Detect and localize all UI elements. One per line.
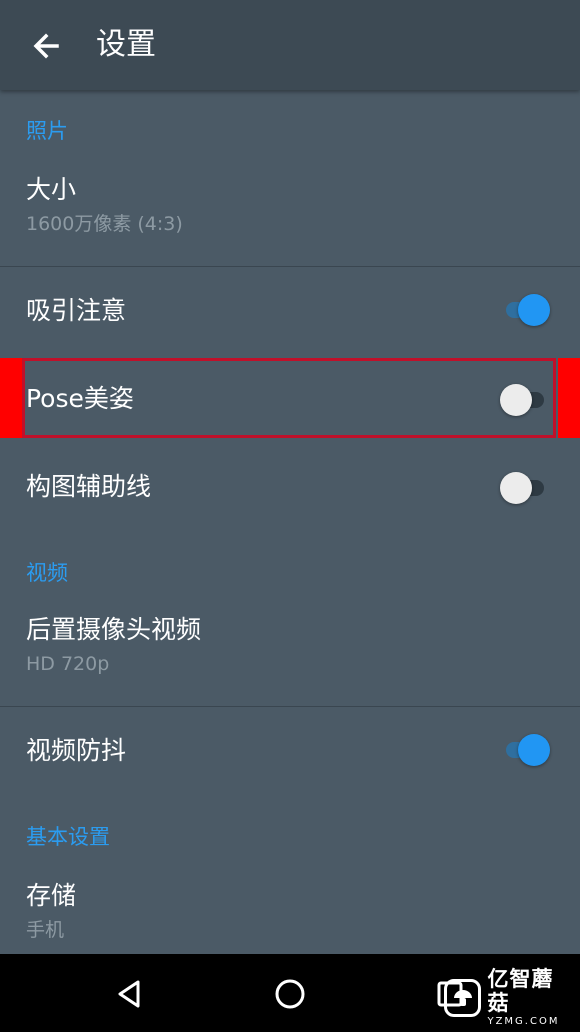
circle-home-icon xyxy=(275,979,305,1009)
nav-home-button[interactable] xyxy=(268,972,312,1016)
watermark-site: YZMG.COM xyxy=(487,1016,560,1027)
watermark: 亿智蘑菇 YZMG.COM xyxy=(444,967,574,1028)
stabilization-toggle[interactable] xyxy=(500,732,550,768)
setting-title-grid: 构图辅助线 xyxy=(26,472,152,501)
arrow-left-icon xyxy=(33,33,59,59)
setting-row-storage[interactable]: 存储 手机 xyxy=(0,866,580,954)
setting-value-rear-video: HD 720p xyxy=(26,653,110,675)
triangle-back-icon xyxy=(118,980,140,1008)
app-bar: 设置 xyxy=(0,0,580,90)
setting-title-storage: 存储 xyxy=(26,881,77,910)
setting-row-grid[interactable]: 构图辅助线 xyxy=(0,443,580,531)
setting-row-stabilization[interactable]: 视频防抖 xyxy=(0,707,580,795)
setting-row-rear-video[interactable]: 后置摄像头视频 HD 720p xyxy=(0,600,580,706)
attention-toggle[interactable] xyxy=(500,292,550,328)
section-header-photo: 照片 xyxy=(26,119,68,143)
settings-list: 照片 大小 1600万像素 (4:3) 吸引注意 Pose美姿 构图辅助线 视频… xyxy=(0,90,580,954)
section-header-video: 视频 xyxy=(26,561,68,585)
toggle-thumb xyxy=(500,384,532,416)
setting-title-stabilization: 视频防抖 xyxy=(26,736,127,765)
grid-toggle[interactable] xyxy=(500,470,550,506)
toggle-thumb xyxy=(518,294,550,326)
setting-row-size[interactable]: 大小 1600万像素 (4:3) xyxy=(0,160,580,266)
setting-row-pose[interactable]: Pose美姿 xyxy=(0,355,580,443)
setting-value-storage: 手机 xyxy=(26,919,65,941)
setting-title-attention: 吸引注意 xyxy=(26,296,127,325)
setting-row-attention[interactable]: 吸引注意 xyxy=(0,267,580,355)
page-title: 设置 xyxy=(96,27,156,62)
mushroom-logo-icon xyxy=(444,979,482,1017)
nav-back-button[interactable] xyxy=(108,972,152,1016)
back-button[interactable] xyxy=(22,22,70,70)
setting-title-rear-video: 后置摄像头视频 xyxy=(26,615,202,644)
toggle-thumb xyxy=(518,734,550,766)
toggle-thumb xyxy=(500,472,532,504)
setting-value-size: 1600万像素 (4:3) xyxy=(26,213,183,235)
pose-toggle[interactable] xyxy=(500,382,550,418)
section-header-basic: 基本设置 xyxy=(26,825,110,849)
setting-title-size: 大小 xyxy=(26,175,77,204)
watermark-name: 亿智蘑菇 xyxy=(487,967,554,1015)
setting-title-pose: Pose美姿 xyxy=(26,384,134,413)
